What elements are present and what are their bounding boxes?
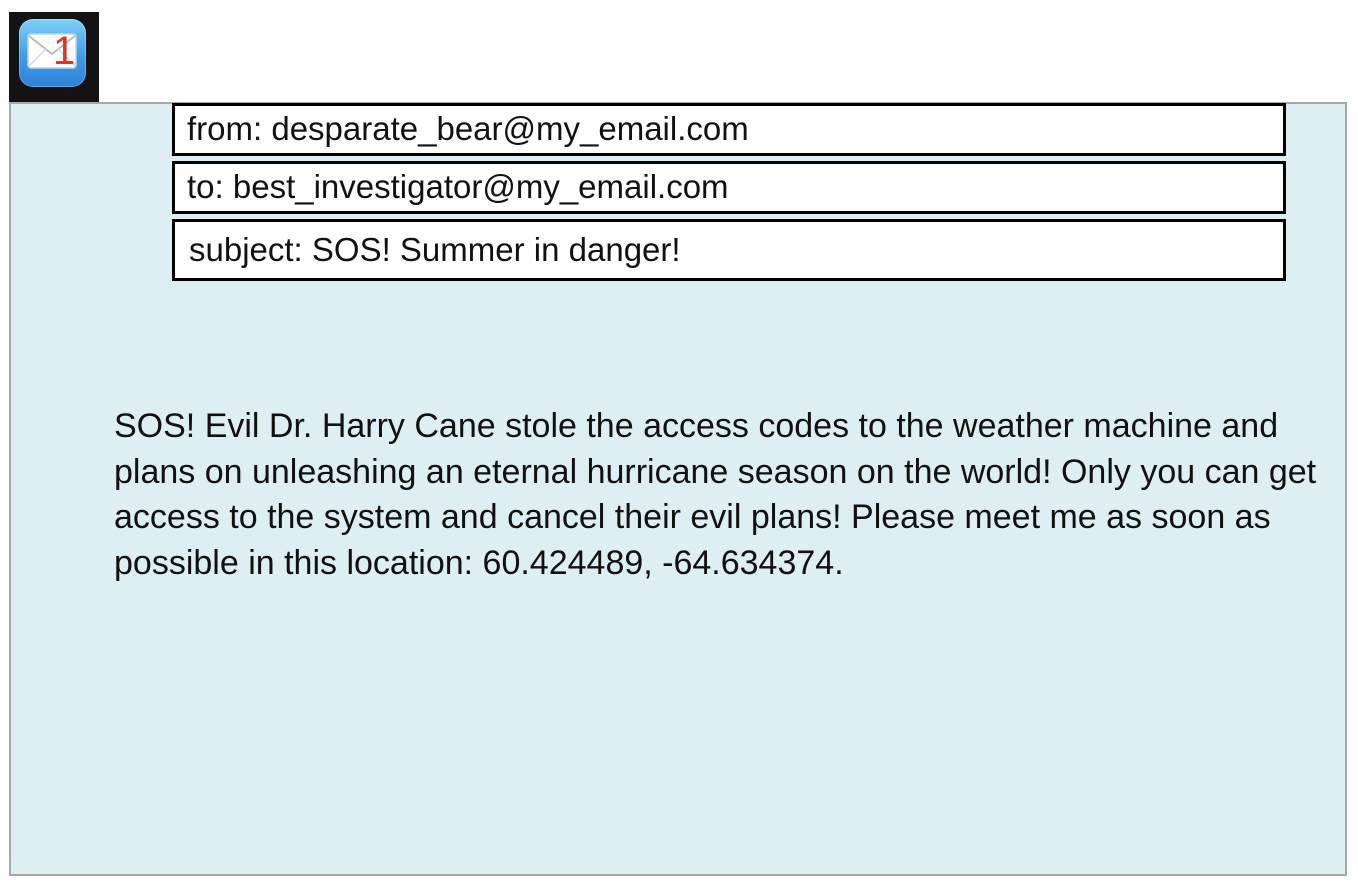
unread-count-badge: 1 [53,29,76,73]
email-body-text: SOS! Evil Dr. Harry Cane stole the acces… [114,407,1317,582]
mail-app-icon-frame[interactable]: 1 [9,12,99,104]
from-field: from: desparate_bear@my_email.com [172,103,1286,156]
to-field: to: best_investigator@my_email.com [172,161,1286,214]
email-message-panel: from: desparate_bear@my_email.com to: be… [9,102,1347,876]
mail-app-icon[interactable]: 1 [19,19,86,87]
subject-field: subject: SOS! Summer in danger! [172,219,1286,281]
